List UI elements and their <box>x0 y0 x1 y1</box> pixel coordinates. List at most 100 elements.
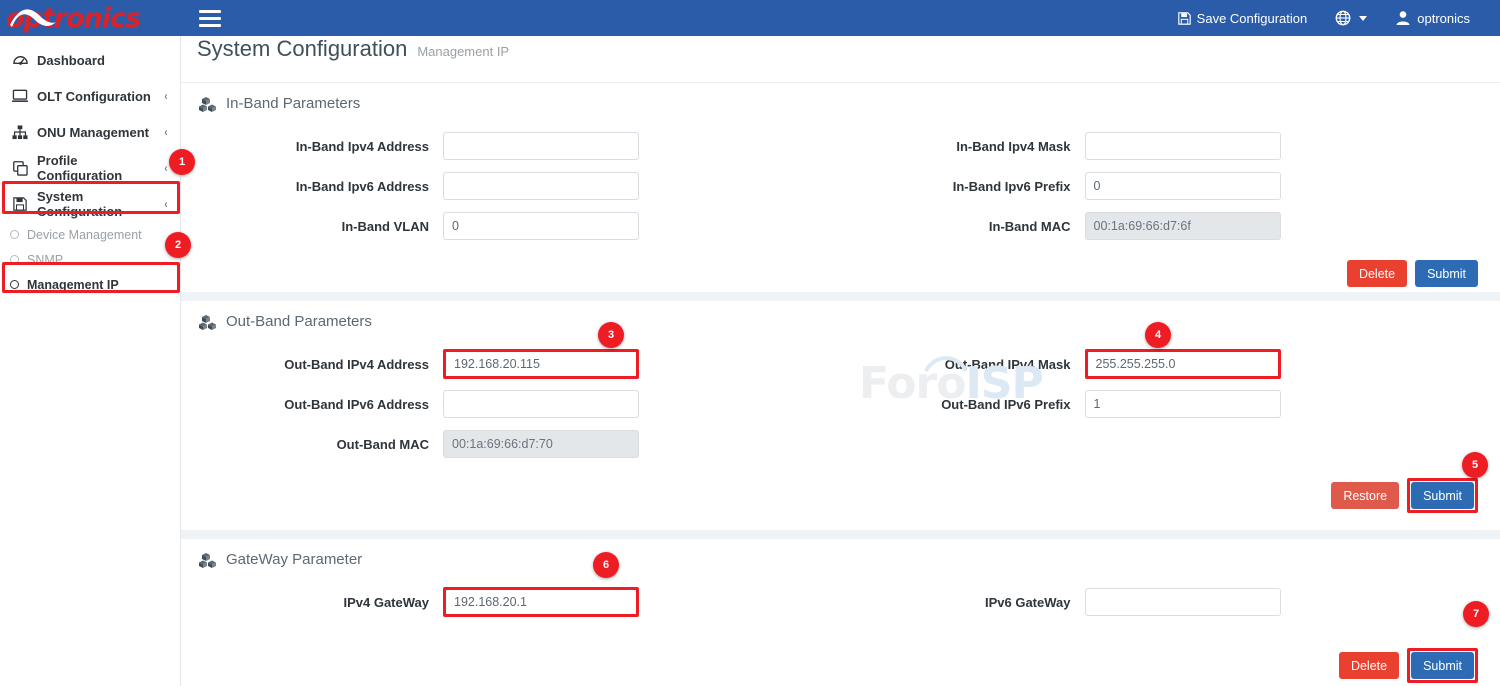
sidebar-subitem-snmp[interactable]: SNMP <box>0 247 180 272</box>
field-row: In-Band MAC <box>841 206 1483 246</box>
out-band-left-column: Out-Band IPv4 Address Out-Band IPv6 Addr… <box>199 344 841 464</box>
field-label: In-Band Ipv4 Mask <box>841 139 1085 154</box>
gateway-submit-button[interactable]: Submit <box>1411 652 1474 679</box>
gateway-section-label: GateWay Parameter <box>226 551 362 568</box>
sidebar-item-label: ONU Management <box>37 125 160 140</box>
in-band-ipv6-prefix-input[interactable] <box>1085 172 1281 200</box>
field-label: IPv4 GateWay <box>199 595 443 610</box>
out-band-ipv6-address-input[interactable] <box>443 390 639 418</box>
globe-icon <box>1335 10 1351 26</box>
field-label: In-Band MAC <box>841 219 1085 234</box>
save-configuration-button[interactable]: Save Configuration <box>1164 0 1322 36</box>
menu-toggle-icon[interactable] <box>199 10 221 27</box>
field-row: In-Band Ipv4 Address <box>199 126 841 166</box>
gateway-right-column: IPv6 GateWay <box>841 582 1483 622</box>
cubes-icon <box>199 96 217 112</box>
gateway-section-title: GateWay Parameter <box>199 551 1482 568</box>
field-row: Out-Band IPv4 Address <box>199 344 841 384</box>
annotation-badge-2: 2 <box>165 232 191 258</box>
in-band-ipv6-address-input[interactable] <box>443 172 639 200</box>
out-band-parameters-card: Out-Band Parameters Out-Band IPv4 Addres… <box>181 301 1500 530</box>
gateway-button-row: Delete Submit <box>199 648 1482 683</box>
field-label: Out-Band IPv4 Mask <box>841 357 1085 372</box>
field-label: Out-Band IPv6 Address <box>199 397 443 412</box>
field-label: In-Band Ipv6 Prefix <box>841 179 1085 194</box>
sitemap-icon <box>10 125 30 140</box>
top-navbar: optronics® Save Configuration <box>0 0 1500 36</box>
out-band-right-column: Out-Band IPv4 Mask Out-Band IPv6 Prefix <box>841 344 1483 464</box>
topbar-actions: Save Configuration optronics <box>1164 0 1500 36</box>
out-band-mac-input <box>443 430 639 458</box>
monitor-icon <box>10 89 30 103</box>
out-band-button-row: Restore Submit <box>199 478 1482 513</box>
sidebar-item-system-configuration[interactable]: System Configuration ‹ <box>0 186 180 222</box>
out-band-ipv4-mask-input[interactable] <box>1085 349 1281 379</box>
out-band-ipv4-address-input[interactable] <box>443 349 639 379</box>
chevron-left-icon: ‹ <box>164 89 167 103</box>
sidebar-subitem-label: Device Management <box>27 228 142 242</box>
gateway-left-column: IPv4 GateWay <box>199 582 841 622</box>
in-band-right-column: In-Band Ipv4 Mask In-Band Ipv6 Prefix In… <box>841 126 1483 246</box>
in-band-fields-grid: In-Band Ipv4 Address In-Band Ipv6 Addres… <box>199 126 1482 246</box>
sidebar-item-olt-configuration[interactable]: OLT Configuration ‹ <box>0 78 180 114</box>
chevron-left-icon: ‹ <box>164 197 167 211</box>
sidebar-item-profile-configuration[interactable]: Profile Configuration ‹ <box>0 150 180 186</box>
save-configuration-label: Save Configuration <box>1197 11 1308 26</box>
sidebar-item-label: OLT Configuration <box>37 89 160 104</box>
in-band-submit-button[interactable]: Submit <box>1415 260 1478 287</box>
field-row: Out-Band IPv4 Mask <box>841 344 1483 384</box>
language-selector[interactable] <box>1321 0 1381 36</box>
main-content: System Configuration Management IP ForoI… <box>181 36 1500 686</box>
in-band-ipv4-mask-input[interactable] <box>1085 132 1281 160</box>
user-menu[interactable]: optronics <box>1381 0 1484 36</box>
field-row: In-Band Ipv6 Prefix <box>841 166 1483 206</box>
gateway-parameter-card: GateWay Parameter IPv4 GateWay IPv6 Gate… <box>181 539 1500 686</box>
sidebar-subitem-label: Management IP <box>27 278 119 292</box>
sidebar-item-label: System Configuration <box>37 189 160 219</box>
save-icon <box>10 197 30 211</box>
gateway-delete-button[interactable]: Delete <box>1339 652 1399 679</box>
field-row: In-Band Ipv6 Address <box>199 166 841 206</box>
in-band-ipv4-address-input[interactable] <box>443 132 639 160</box>
annotation-badge-4: 4 <box>1145 322 1171 348</box>
out-band-restore-button[interactable]: Restore <box>1331 482 1399 509</box>
sidebar-item-onu-management[interactable]: ONU Management ‹ <box>0 114 180 150</box>
in-band-delete-button[interactable]: Delete <box>1347 260 1407 287</box>
in-band-vlan-input[interactable] <box>443 212 639 240</box>
ipv6-gateway-input[interactable] <box>1085 588 1281 616</box>
field-label: In-Band Ipv6 Address <box>199 179 443 194</box>
sidebar-subitem-device-management[interactable]: Device Management <box>0 222 180 247</box>
sidebar-item-label: Profile Configuration <box>37 153 160 183</box>
in-band-section-label: In-Band Parameters <box>226 95 360 112</box>
field-row: IPv6 GateWay <box>841 582 1483 622</box>
user-icon <box>1395 10 1411 26</box>
field-label: Out-Band MAC <box>199 437 443 452</box>
clone-icon <box>10 161 30 176</box>
page-header: System Configuration Management IP <box>181 36 1500 83</box>
field-label: In-Band Ipv4 Address <box>199 139 443 154</box>
brand-logo-text: optronics <box>6 5 140 32</box>
out-band-section-title: Out-Band Parameters <box>199 313 1482 330</box>
floppy-save-icon <box>1178 12 1191 25</box>
out-band-submit-button[interactable]: Submit <box>1411 482 1474 509</box>
sidebar-item-label: Dashboard <box>37 53 168 68</box>
chevron-down-icon <box>1359 16 1367 21</box>
page-subtitle: Management IP <box>417 44 509 59</box>
sidebar-subitem-management-ip[interactable]: Management IP <box>0 272 180 297</box>
out-band-ipv6-prefix-input[interactable] <box>1085 390 1281 418</box>
chevron-left-icon: ‹ <box>164 125 167 139</box>
annotation-badge-7: 7 <box>1463 601 1489 627</box>
cubes-icon <box>199 314 217 330</box>
sidebar: Dashboard OLT Configuration ‹ ONU Manage… <box>0 36 181 686</box>
out-band-fields-grid: Out-Band IPv4 Address Out-Band IPv6 Addr… <box>199 344 1482 464</box>
field-label: Out-Band IPv4 Address <box>199 357 443 372</box>
field-row: Out-Band IPv6 Prefix <box>841 384 1483 424</box>
in-band-left-column: In-Band Ipv4 Address In-Band Ipv6 Addres… <box>199 126 841 246</box>
annotation-badge-1: 1 <box>169 149 195 175</box>
sidebar-item-dashboard[interactable]: Dashboard <box>0 42 180 78</box>
ipv4-gateway-input[interactable] <box>443 587 639 617</box>
circle-bullet-icon <box>10 280 19 289</box>
brand-logo[interactable]: optronics® <box>0 0 181 36</box>
cubes-icon <box>199 552 217 568</box>
in-band-mac-input <box>1085 212 1281 240</box>
